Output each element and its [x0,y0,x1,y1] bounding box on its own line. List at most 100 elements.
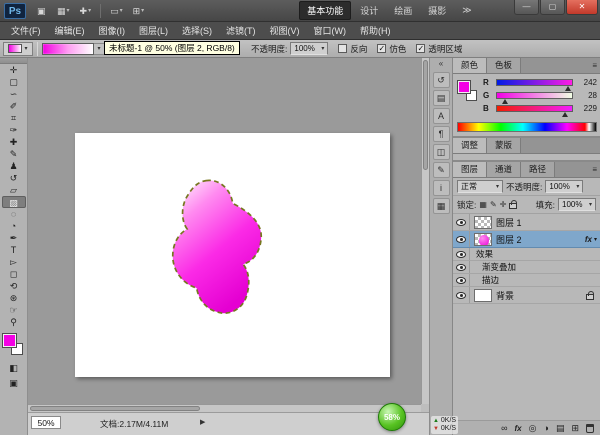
tool-zoom[interactable]: ⚲ [2,316,26,328]
menu-help[interactable]: 帮助(H) [353,22,398,40]
screen-mode-icon[interactable]: ⊞ ▾ [129,3,149,19]
effect-row-stroke[interactable]: 描边 [453,274,600,287]
tool-eraser[interactable]: ▱ [2,184,26,196]
info-panel-icon[interactable]: i [432,180,450,196]
lock-all-icon[interactable] [509,200,518,209]
clone-source-panel-icon[interactable]: ◫ [432,144,450,160]
expand-panels-icon[interactable]: « [430,58,452,70]
paragraph-panel-icon[interactable]: ¶ [432,126,450,142]
tool-gradient[interactable]: ▨ [1,196,26,208]
new-layer-icon[interactable]: ⊞ [571,422,579,435]
blue-slider-thumb[interactable] [561,112,568,117]
dither-checkbox[interactable]: ✓ [377,44,387,53]
brush-panel-icon[interactable]: ✎ [432,162,450,178]
arrange-documents-icon[interactable]: ▭ ▾ [106,3,127,19]
tab-masks[interactable]: 蒙版 [487,138,522,153]
link-layers-icon[interactable]: ∞ [501,422,507,435]
menu-edit[interactable]: 编辑(E) [48,22,92,40]
blend-mode-dropdown[interactable]: 正常 ▾ [457,180,503,193]
green-slider-thumb[interactable] [502,99,509,104]
screen-mode-button[interactable]: ▣ [3,377,25,389]
lock-position-icon[interactable]: ✛ [500,200,507,209]
navigator-panel-icon[interactable]: ▦ [432,198,450,214]
color-spectrum-bar[interactable] [457,122,597,132]
transparency-checkbox[interactable]: ✓ [416,44,426,53]
workspace-overflow-icon[interactable]: ≫ [455,3,478,18]
layer2-label[interactable]: 图层 2 [496,233,522,246]
red-value[interactable]: 242 [577,78,597,87]
layer-row-layer1[interactable]: 图层 1 [453,214,600,231]
red-slider[interactable] [496,79,573,91]
layer-row-layer2[interactable]: 图层 2 fx ▾ [453,231,600,248]
tool-shape[interactable]: ◻ [2,268,26,280]
tool-healing-brush[interactable]: ✚ [2,136,26,148]
stroke-label[interactable]: 描边 [482,274,499,286]
layer-style-icon[interactable]: fx [515,422,522,435]
effects-header-row[interactable]: 效果 [453,248,600,261]
vertical-scrollbar-thumb[interactable] [423,60,428,170]
minimize-button[interactable]: — [514,0,539,15]
tool-history-brush[interactable]: ↺ [2,172,26,184]
tool-quick-select[interactable]: ✐ [2,100,26,112]
dither-check[interactable]: ✓ 仿色 [377,43,406,55]
speed-ball-overlay[interactable]: 58% [378,403,406,431]
color-panel-menu-icon[interactable]: ≡ [592,61,597,70]
bridge-icon[interactable]: ▣ [33,3,51,19]
vertical-scrollbar[interactable] [421,58,429,404]
tab-channels[interactable]: 通道 [487,162,522,177]
tool-crop[interactable]: ⌗ [2,112,26,124]
adjustment-layer-icon[interactable]: ◑ [544,422,549,435]
tool-eyedropper[interactable]: ✑ [2,124,26,136]
menu-image[interactable]: 图像(I) [92,22,133,40]
quick-mask-button[interactable]: ◧ [3,362,25,374]
layers-opacity-dropdown[interactable]: 100% ▾ [545,180,584,193]
menu-select[interactable]: 选择(S) [175,22,219,40]
workspace-essentials[interactable]: 基本功能 [299,1,352,20]
tool-pen[interactable]: ✒ [2,232,26,244]
menu-window[interactable]: 窗口(W) [307,22,354,40]
horizontal-scrollbar-thumb[interactable] [30,406,200,411]
tab-paths[interactable]: 路径 [521,162,556,177]
menu-filter[interactable]: 滤镜(T) [219,22,263,40]
tool-marquee[interactable]: ▢ [2,76,26,88]
workspace-photography[interactable]: 摄影 [421,2,453,19]
maximize-button[interactable]: ▢ [540,0,565,15]
tool-blur[interactable]: ◌ [2,208,26,220]
lock-transparency-icon[interactable]: ▦ [479,200,487,209]
foreground-color-swatch[interactable] [457,80,471,94]
tool-3d-rotate[interactable]: ⟲ [2,280,26,292]
gradient-overlay-label[interactable]: 渐变叠加 [482,261,516,273]
green-value[interactable]: 28 [577,91,597,100]
blue-slider[interactable] [496,105,573,117]
view-extras-icon[interactable]: ▦ ▾ [53,3,74,19]
menu-file[interactable]: 文件(F) [4,22,48,40]
tab-layers[interactable]: 图层 [453,162,488,177]
zoom-level-field[interactable]: 50% [31,416,61,429]
history-panel-icon[interactable]: ↺ [432,72,450,88]
character-panel-icon[interactable]: A [432,108,450,124]
tool-preset-picker[interactable]: ▾ [3,41,33,56]
gradient-sample[interactable] [42,42,94,55]
canvas-viewport[interactable] [28,58,421,404]
visibility-toggle[interactable] [453,231,470,247]
tool-clone-stamp[interactable]: ♟ [2,160,26,172]
background-thumbnail[interactable] [474,288,492,302]
layer-fx-badge[interactable]: fx ▾ [585,235,597,244]
blue-value[interactable]: 229 [577,104,597,113]
tool-move[interactable]: ✛ [2,64,26,76]
menu-view[interactable]: 视图(V) [263,22,307,40]
visibility-toggle[interactable] [453,248,470,260]
tool-hand[interactable]: ☞ [2,304,26,316]
tab-swatches[interactable]: 色板 [487,58,522,73]
visibility-toggle[interactable] [453,261,470,273]
red-slider-thumb[interactable] [565,86,572,91]
green-slider[interactable] [496,92,573,104]
layer1-thumbnail[interactable] [474,215,492,229]
foreground-color-swatch[interactable] [1,333,17,348]
tool-lasso[interactable]: ∽ [2,88,26,100]
visibility-toggle[interactable] [453,214,470,230]
layer2-thumbnail[interactable] [474,232,492,246]
menu-layer[interactable]: 图层(L) [132,22,175,40]
opacity-dropdown[interactable]: 100% ▾ [290,42,329,55]
tool-path-select[interactable]: ▻ [2,256,26,268]
